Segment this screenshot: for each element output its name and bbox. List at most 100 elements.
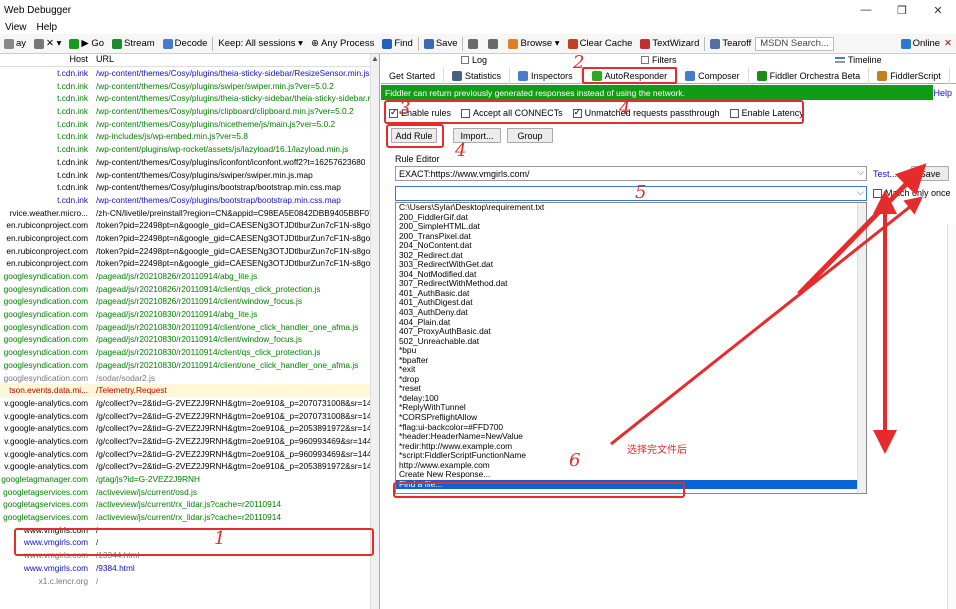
tab-fiddlerscript[interactable]: FiddlerScript — [869, 67, 950, 84]
dropdown-item[interactable]: *bpu — [396, 346, 866, 356]
session-row[interactable]: www.vmgirls.com/9384.html — [0, 562, 379, 575]
session-row[interactable]: googletagmanager.com/gtag/js?id=G-2VEZ2J… — [0, 473, 379, 486]
session-row[interactable]: v.google-analytics.com/g/collect?v=2&tid… — [0, 410, 379, 423]
group-button[interactable]: Group — [507, 128, 553, 143]
session-row[interactable]: t.cdn.ink/wp-content/plugins/wp-rocket/a… — [0, 143, 379, 156]
tab-composer[interactable]: Composer — [677, 67, 749, 84]
session-url: /activeview/js/current/rx_lidar.js?cache… — [96, 512, 282, 523]
column-header-host[interactable]: Host — [0, 54, 92, 66]
session-row[interactable]: t.cdn.ink/wp-content/themes/Cosy/plugins… — [0, 80, 379, 93]
dropdown-item[interactable]: Create New Response... — [396, 470, 866, 480]
match-rule-combobox[interactable]: EXACT:https://www.vmgirls.com/ ⌵ — [395, 166, 867, 181]
menu-view[interactable]: View — [0, 22, 32, 33]
toolbar-item-14[interactable]: Tearoff — [706, 35, 755, 53]
tab-filters[interactable]: Filters — [641, 55, 677, 65]
session-row[interactable]: t.cdn.ink/wp-includes/js/wp-embed.min.js… — [0, 130, 379, 143]
session-row[interactable]: en.rubiconproject.com/token?pid=22498pt=… — [0, 219, 379, 232]
session-row[interactable]: t.cdn.ink/wp-content/themes/Cosy/plugins… — [0, 181, 379, 194]
tab-fiddler-orchestra-beta[interactable]: Fiddler Orchestra Beta — [749, 67, 870, 84]
chevron-down-icon[interactable]: ⌵ — [857, 167, 864, 178]
session-row[interactable]: t.cdn.ink/wp-content/themes/Cosy/plugins… — [0, 169, 379, 182]
session-row[interactable]: v.google-analytics.com/g/collect?v=2&tid… — [0, 448, 379, 461]
dropdown-item[interactable]: *drop — [396, 374, 866, 385]
close-button[interactable]: ✕ — [920, 0, 956, 20]
session-row[interactable]: t.cdn.ink/wp-content/themes/Cosy/plugins… — [0, 156, 379, 169]
tab-inspectors[interactable]: Inspectors — [510, 67, 582, 84]
session-row[interactable]: googlesyndication.com/pagead/js/r2021083… — [0, 308, 379, 321]
session-row[interactable]: v.google-analytics.com/g/collect?v=2&tid… — [0, 460, 379, 473]
tab-log[interactable]: Log — [461, 55, 487, 65]
session-row[interactable]: googletagservices.com/activeview/js/curr… — [0, 486, 379, 499]
toolbar-item-11[interactable]: Browse ▾ — [504, 35, 563, 53]
dropdown-scrollbar[interactable] — [857, 203, 866, 493]
tab-autoresponder[interactable]: AutoResponder — [581, 67, 678, 84]
dropdown-item[interactable]: *bpafter — [396, 355, 866, 366]
tab-get-started[interactable]: Get Started — [381, 67, 445, 84]
session-url: /token?pid=22498pt=n&google_gid=CAESENg3… — [96, 220, 379, 231]
session-row[interactable]: en.rubiconproject.com/token?pid=22498pt=… — [0, 232, 379, 245]
session-url: /pagead/js/r20210826/r20110914/client/qs… — [96, 283, 321, 294]
tab-timeline[interactable]: Timeline — [835, 55, 882, 65]
dropdown-item[interactable]: 502_Unreachable.dat — [396, 336, 866, 347]
msdn-search-input[interactable]: MSDN Search... — [755, 36, 834, 51]
toolbar-item-3[interactable]: Stream — [108, 35, 159, 53]
save-rule-button[interactable]: Save — [911, 166, 949, 181]
session-row[interactable]: googlesyndication.com/pagead/js/r2021083… — [0, 346, 379, 359]
session-row[interactable]: googletagservices.com/activeview/js/curr… — [0, 498, 379, 511]
toolbar-item-6[interactable]: ⊕ Any Process — [307, 35, 378, 53]
right-pane-scrollbar[interactable] — [947, 224, 956, 609]
restore-button[interactable]: ❐ — [884, 0, 920, 20]
toolbar-item-13[interactable]: TextWizard — [636, 35, 703, 53]
tab-statistics[interactable]: Statistics — [444, 67, 511, 84]
dropdown-item[interactable]: 403_AuthDeny.dat — [396, 307, 866, 318]
session-row[interactable]: googlesyndication.com/pagead/js/r2021083… — [0, 321, 379, 334]
minimize-button[interactable]: — — [848, 0, 884, 20]
online-close-icon[interactable]: ✕ — [944, 38, 952, 49]
scroll-up-icon[interactable]: ▲ — [371, 54, 379, 63]
action-combobox[interactable]: ⌵ — [395, 186, 867, 201]
session-row[interactable]: rvice.weather.micro... /zh-CN/livetile/pr… — [0, 207, 379, 220]
session-row[interactable]: googletagservices.com/activeview/js/curr… — [0, 511, 379, 524]
session-row[interactable]: en.rubiconproject.com/token?pid=22498pt=… — [0, 257, 379, 270]
session-row[interactable]: v.google-analytics.com/g/collect?v=2&tid… — [0, 422, 379, 435]
session-row[interactable]: v.google-analytics.com/g/collect?v=2&tid… — [0, 435, 379, 448]
dropdown-item[interactable]: *delay:100 — [396, 393, 866, 404]
toolbar-item-2[interactable]: ▶ Go — [65, 35, 108, 53]
session-row[interactable]: googlesyndication.com/pagead/js/r2021082… — [0, 270, 379, 283]
toolbar-item-12[interactable]: Clear Cache — [564, 35, 637, 53]
session-row[interactable]: googlesyndication.com/pagead/js/r2021082… — [0, 283, 379, 296]
session-row[interactable]: googlesyndication.com/pagead/js/r2021083… — [0, 359, 379, 372]
session-row[interactable]: t.cdn.ink/wp-content/themes/Cosy/plugins… — [0, 105, 379, 118]
session-row[interactable]: t.cdn.ink/wp-content/themes/Cosy/plugins… — [0, 67, 379, 80]
session-row[interactable]: googlesyndication.com/pagead/js/r2021082… — [0, 295, 379, 308]
session-list-scrollbar[interactable]: ▲ — [370, 54, 379, 609]
help-link[interactable]: Help — [933, 88, 952, 98]
column-header-url[interactable]: URL — [92, 54, 114, 66]
session-row[interactable]: t.cdn.ink/wp-content/themes/Cosy/plugins… — [0, 92, 379, 105]
tab-label: Fiddler Orchestra Beta — [769, 70, 861, 81]
dropdown-item[interactable]: *reset — [396, 384, 866, 394]
menu-help[interactable]: Help — [32, 22, 63, 33]
dropdown-item[interactable]: 204_NoContent.dat — [396, 241, 866, 251]
toolbar-item-7[interactable]: Find — [378, 35, 416, 53]
session-row[interactable]: en.rubiconproject.com/token?pid=22498pt=… — [0, 245, 379, 258]
toolbar-item-9[interactable] — [464, 35, 484, 53]
session-row[interactable]: v.google-analytics.com/g/collect?v=2&tid… — [0, 397, 379, 410]
session-row[interactable]: tson.events.data.mi... /Telemetry.Request — [0, 384, 379, 397]
toolbar-item-10[interactable] — [484, 35, 504, 53]
toolbar-item-4[interactable]: Decode — [159, 35, 212, 53]
chevron-down-icon[interactable]: ⌵ — [857, 187, 864, 198]
dropdown-item[interactable]: *exit — [396, 365, 866, 375]
toolbar-item-0[interactable]: ay — [0, 35, 30, 53]
session-row[interactable]: googlesyndication.com/sodar/sodar2.js — [0, 372, 379, 385]
session-row[interactable]: t.cdn.ink/wp-content/themes/Cosy/plugins… — [0, 194, 379, 207]
test-link[interactable]: Test... — [873, 169, 897, 179]
session-row[interactable]: x1.c.lencr.org / — [0, 575, 379, 588]
toolbar-item-1[interactable]: ✕ ▾ — [30, 35, 65, 53]
toolbar-item-5[interactable]: Keep: All sessions ▾ — [214, 35, 307, 53]
match-once-checkbox[interactable]: Match only once — [873, 188, 951, 198]
toolbar-item-8[interactable]: Save — [420, 35, 462, 53]
session-row[interactable]: googlesyndication.com/pagead/js/r2021083… — [0, 333, 379, 346]
session-row[interactable]: t.cdn.ink/wp-content/themes/Cosy/plugins… — [0, 118, 379, 131]
online-indicator[interactable]: Online ✕ — [897, 35, 956, 53]
